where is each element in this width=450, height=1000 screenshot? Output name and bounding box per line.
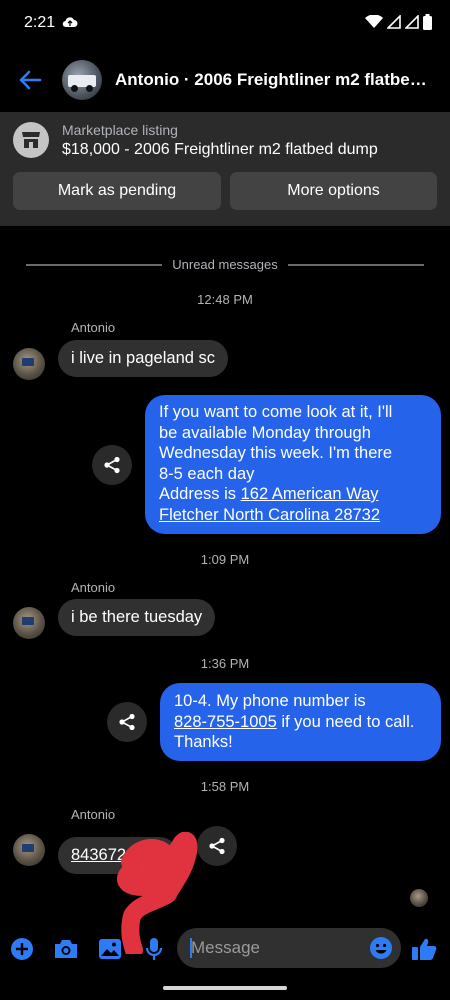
message-line: 828-755-1005 if you need to call. — [174, 712, 427, 733]
conversation-header: Antonio · 2006 Freightliner m2 flatbed d… — [0, 48, 450, 112]
add-button[interactable] — [6, 933, 38, 965]
unread-divider: Unread messages — [26, 257, 424, 273]
phone-link[interactable]: 828-755-1005 — [174, 713, 277, 731]
message-line: Thanks! — [174, 733, 233, 751]
timestamp: 1:09 PM — [200, 552, 250, 567]
timestamp: 12:48 PM — [197, 292, 253, 307]
message-input[interactable] — [191, 928, 361, 968]
timestamp: 1:58 PM — [200, 779, 250, 794]
listing-label: Marketplace listing — [62, 122, 178, 138]
conversation-title[interactable]: Antonio · 2006 Freightliner m2 flatbed d… — [115, 70, 435, 90]
sender-name: Antonio — [71, 580, 116, 595]
address-link-continued[interactable]: Fletcher North Carolina 28732 — [159, 506, 380, 524]
sender-name: Antonio — [71, 320, 116, 335]
share-button[interactable] — [92, 445, 132, 485]
incoming-message[interactable]: i live in pageland sc — [58, 340, 229, 377]
microphone-icon — [145, 938, 163, 960]
cloud-icon — [62, 17, 78, 28]
signal-icon — [387, 15, 401, 29]
system-icons — [365, 14, 432, 30]
mark-as-pending-button[interactable]: Mark as pending — [13, 172, 221, 210]
back-arrow-icon[interactable] — [16, 66, 44, 94]
incoming-message[interactable]: i be there tuesday — [58, 599, 216, 636]
message-text: if you need to call. — [276, 712, 415, 731]
sender-avatar[interactable] — [13, 348, 45, 380]
message-composer — [0, 925, 450, 973]
camera-button[interactable] — [50, 933, 82, 965]
sender-name: Antonio — [71, 807, 116, 822]
status-bar: 2:21 — [0, 0, 450, 48]
battery-icon — [423, 14, 432, 30]
gallery-button[interactable] — [94, 933, 126, 965]
outgoing-message[interactable]: If you want to come look at it, I'll be … — [145, 395, 441, 534]
message-line: Wednesday this week. I'm there — [159, 444, 393, 462]
camera-icon — [55, 940, 77, 958]
signal-icon-2 — [405, 15, 419, 29]
shop-icon — [13, 122, 49, 158]
image-icon — [99, 939, 121, 959]
message-line: Address is 162 American Way — [159, 484, 427, 505]
sender-avatar[interactable] — [13, 607, 45, 639]
voice-button[interactable] — [138, 933, 170, 965]
read-receipt-avatar — [410, 889, 428, 907]
timestamp: 1:36 PM — [200, 656, 250, 671]
address-prefix: Address is — [159, 485, 241, 503]
share-icon — [119, 713, 135, 731]
address-link[interactable]: 162 American Way — [241, 485, 379, 503]
share-icon — [209, 837, 225, 855]
plus-icon — [11, 938, 33, 960]
message-line: If you want to come look at it, I'll — [159, 403, 393, 421]
status-time: 2:21 — [24, 14, 56, 31]
emoji-icon[interactable] — [369, 936, 393, 960]
contact-avatar[interactable] — [62, 60, 102, 100]
wifi-icon — [365, 15, 383, 28]
message-line: 8-5 each day — [159, 464, 255, 483]
message-line: be available Monday through — [159, 423, 371, 442]
listing-title[interactable]: $18,000 - 2006 Freightliner m2 flatbed d… — [62, 141, 378, 159]
more-options-button[interactable]: More options — [230, 172, 437, 210]
home-indicator[interactable] — [163, 986, 287, 990]
message-field-container — [177, 928, 401, 968]
like-button[interactable] — [408, 933, 440, 965]
thumbs-up-icon — [412, 938, 437, 960]
marketplace-listing-panel: Marketplace listing $18,000 - 2006 Freig… — [0, 112, 450, 226]
message-line: 10-4. My phone number is — [174, 692, 366, 710]
outgoing-message[interactable]: 10-4. My phone number is 828-755-1005 if… — [160, 683, 441, 761]
message-line: Fletcher North Carolina 28732 — [159, 505, 427, 526]
share-button[interactable] — [107, 702, 147, 742]
sender-avatar[interactable] — [13, 834, 45, 866]
share-icon — [104, 456, 120, 474]
